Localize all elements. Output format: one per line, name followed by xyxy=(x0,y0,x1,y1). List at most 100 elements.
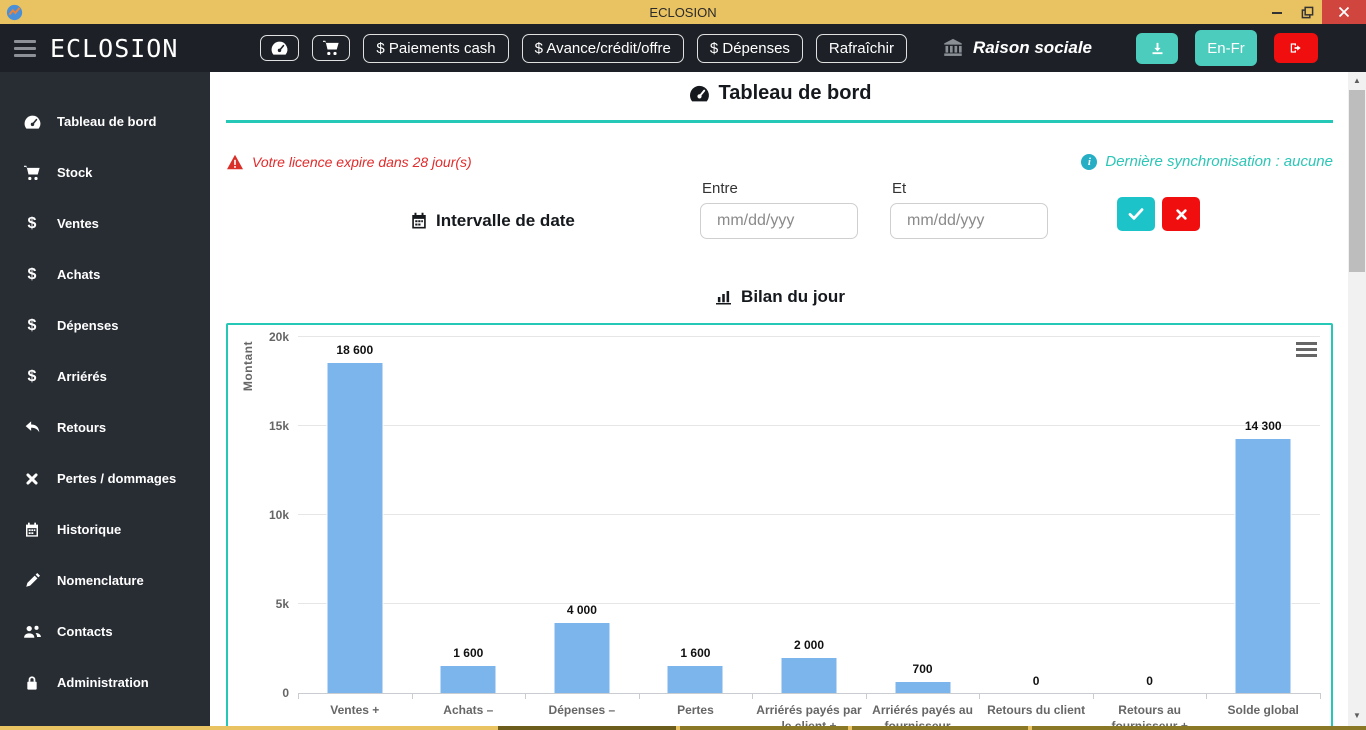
company-name-label: Raison sociale xyxy=(972,38,1093,57)
minimize-button[interactable] xyxy=(1262,0,1292,24)
sidebar-item-stock[interactable]: Stock xyxy=(0,147,210,198)
chart-bar-slot: 4 000 xyxy=(525,338,639,693)
sidebar-item-retours[interactable]: Retours xyxy=(0,402,210,453)
page-title-label: Tableau de bord xyxy=(718,81,872,104)
chart-bar-slot: 14 300 xyxy=(1206,338,1320,693)
chart-bar xyxy=(439,665,497,693)
chart-ytick-label: 10k xyxy=(268,508,289,522)
window-title: ECLOSION xyxy=(649,4,717,20)
sidebar-item-depenses[interactable]: $ Dépenses xyxy=(0,300,210,351)
restore-button[interactable] xyxy=(1292,0,1322,24)
chart-ytick-label: 5k xyxy=(275,597,289,611)
download-button[interactable] xyxy=(1136,32,1178,64)
vertical-scrollbar[interactable]: ▲ ▼ xyxy=(1348,72,1366,730)
license-warning-text: Votre licence expire dans 28 jour(s) xyxy=(252,153,472,170)
chart-section-title-label: Bilan du jour xyxy=(741,287,845,306)
close-icon xyxy=(1175,208,1187,220)
sidebar-item-ventes[interactable]: $ Ventes xyxy=(0,198,210,249)
users-icon xyxy=(22,624,42,639)
rafraichir-button[interactable]: Rafraîchir xyxy=(815,33,907,63)
chart-ytick-label: 20k xyxy=(268,330,289,344)
sidebar-item-label: Stock xyxy=(57,165,93,180)
chart-category-label: Achats – xyxy=(443,703,494,717)
chart-bar-value: 2 000 xyxy=(793,638,824,652)
dollar-icon: $ xyxy=(27,265,37,283)
depenses-button[interactable]: $ Dépenses xyxy=(696,33,803,63)
calendar-icon xyxy=(22,522,42,538)
apply-filter-button[interactable] xyxy=(1117,197,1155,231)
date-filter-section: Intervalle de date Entre Et xyxy=(226,178,1333,264)
sidebar-item-label: Arriérés xyxy=(57,369,107,384)
logout-button[interactable] xyxy=(1274,33,1318,63)
app-window: ECLOSION ECLOSION $ Paiements cash $ Ava… xyxy=(0,0,1366,730)
info-icon: i xyxy=(1081,153,1098,170)
company-name: Raison sociale xyxy=(942,38,1092,58)
lock-icon xyxy=(22,675,42,691)
language-toggle-button[interactable]: En-Fr xyxy=(1195,30,1257,66)
chart-gridline xyxy=(298,336,1320,337)
chart-bar xyxy=(894,681,952,693)
chart-bar-value: 14 300 xyxy=(1244,419,1282,433)
chart-bar-value: 0 xyxy=(1032,674,1040,688)
date-to-label: Et xyxy=(892,180,907,197)
dashboard-shortcut-button[interactable] xyxy=(260,35,300,61)
sidebar-item-label: Historique xyxy=(57,522,122,537)
scrollbar-down-arrow[interactable]: ▼ xyxy=(1348,707,1366,724)
date-from-label: Entre xyxy=(702,180,738,197)
chart-bar xyxy=(666,665,724,693)
sidebar-item-historique[interactable]: Historique xyxy=(0,504,210,555)
calendar-icon xyxy=(412,212,426,229)
scrollbar-up-arrow[interactable]: ▲ xyxy=(1348,72,1366,89)
sidebar-item-label: Retours xyxy=(57,420,107,435)
cart-icon xyxy=(22,165,42,181)
chart-bar-slot: 700 xyxy=(866,338,980,693)
check-icon xyxy=(1128,208,1144,220)
chart-bar-value: 18 600 xyxy=(336,343,374,357)
chart-xaxis-tick xyxy=(298,693,299,699)
download-icon xyxy=(1152,42,1162,54)
sidebar-item-label: Dépenses xyxy=(57,318,119,333)
sidebar-item-administration[interactable]: Administration xyxy=(0,657,210,708)
chart-bar xyxy=(326,362,384,693)
os-titlebar: ECLOSION xyxy=(0,0,1366,24)
dashboard-icon xyxy=(22,114,42,130)
sidebar-item-label: Ventes xyxy=(57,216,99,231)
chart-category-label: Solde global xyxy=(1227,703,1299,717)
scrollbar-thumb[interactable] xyxy=(1349,90,1365,272)
sidebar-item-pertes-dommages[interactable]: Pertes / dommages xyxy=(0,453,210,504)
cart-icon xyxy=(323,40,340,56)
title-divider xyxy=(226,120,1333,123)
clear-filter-button[interactable] xyxy=(1162,197,1200,231)
dollar-icon: $ xyxy=(27,316,37,334)
chart-category-label: Ventes + xyxy=(330,703,380,717)
sidebar-item-arrieres[interactable]: $ Arriérés xyxy=(0,351,210,402)
chart-bar-slot: 1 600 xyxy=(639,338,753,693)
page-title: Tableau de bord xyxy=(226,78,1333,108)
chart-xaxis-tick xyxy=(1206,693,1208,699)
app-header: ECLOSION $ Paiements cash $ Avance/crédi… xyxy=(0,24,1366,72)
date-to-input[interactable] xyxy=(890,203,1048,239)
sidebar-nav: Tableau de bord Stock $ Ventes $ Achats … xyxy=(0,72,210,730)
paiements-cash-button[interactable]: $ Paiements cash xyxy=(363,33,509,63)
main-content: Tableau de bord Votre licence expire dan… xyxy=(210,72,1348,730)
sidebar-item-tableau-de-bord[interactable]: Tableau de bord xyxy=(0,96,210,147)
date-from-input[interactable] xyxy=(700,203,858,239)
sidebar-item-achats[interactable]: $ Achats xyxy=(0,249,210,300)
chart-bar-slot: 18 600 xyxy=(298,338,412,693)
chart-y-axis-title: Montant xyxy=(241,341,255,392)
chart-bar-slot: 0 xyxy=(1093,338,1207,693)
dashboard-icon xyxy=(689,85,709,101)
avance-credit-offre-button[interactable]: $ Avance/crédit/offre xyxy=(521,33,684,63)
sync-status-text: Dernière synchronisation : aucune xyxy=(1105,153,1333,170)
chart-xaxis-tick xyxy=(752,693,754,699)
license-warning: Votre licence expire dans 28 jour(s) xyxy=(226,154,472,170)
sidebar-item-contacts[interactable]: Contacts xyxy=(0,606,210,657)
cart-shortcut-button[interactable] xyxy=(312,35,351,61)
sidebar-item-nomenclature[interactable]: Nomenclature xyxy=(0,555,210,606)
dashboard-icon xyxy=(272,41,288,55)
chart-xaxis-tick xyxy=(411,693,413,699)
chart-plot-area: 0 5k 10k 15k 20k 18 600 1 600 4 000 1 600 2 000 70… xyxy=(269,330,1321,700)
close-button[interactable] xyxy=(1322,0,1366,24)
menu-toggle-icon[interactable] xyxy=(14,39,38,57)
chart-xaxis-tick xyxy=(1320,693,1321,699)
